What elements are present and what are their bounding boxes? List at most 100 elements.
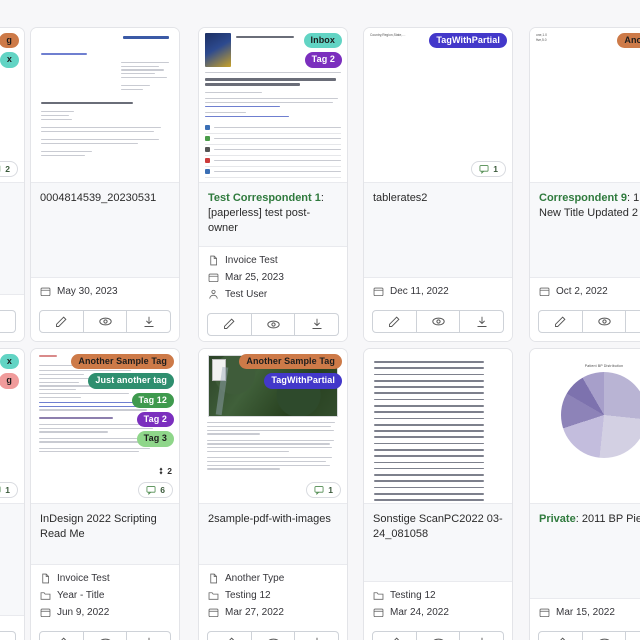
tag-list: Inbox Tag 2 [303, 33, 342, 68]
document-thumbnail[interactable]: x g 1 [0, 349, 24, 504]
meta-document-type: Invoice Test [208, 252, 338, 269]
pencil-icon [56, 315, 67, 327]
document-card[interactable]: Patient BP Distribution Private: 2011 BP… [529, 348, 640, 640]
eye-icon [597, 317, 611, 326]
tag-pill[interactable]: Tag 2 [304, 52, 342, 68]
meta-text: Testing 12 [390, 590, 436, 601]
document-thumbnail[interactable]: Another Sample Tag Just another tag Tag … [31, 349, 179, 504]
correspondent-name[interactable]: Correspondent 9 [539, 192, 627, 204]
eye-icon [433, 638, 443, 640]
view-button[interactable] [83, 310, 128, 333]
meta-text: Invoice Test [225, 254, 278, 266]
notes-badge[interactable]: 1 [306, 482, 341, 498]
edit-button[interactable] [207, 631, 252, 640]
document-thumbnail[interactable]: Another Sample Tag TagWithPartial 1 [199, 349, 347, 504]
view-button[interactable] [582, 631, 627, 640]
document-meta: Invoice Test Mar 25, 2023 Test User [199, 246, 347, 307]
document-card[interactable]: Sonstige ScanPC2022 03-24_081058 Testing… [363, 348, 513, 640]
document-title-block: 2sample-pdf-with-images [199, 504, 347, 565]
file-icon [42, 573, 50, 584]
document-card[interactable]: Inbox Tag 2 Test Correspondent 1: [paper… [198, 27, 348, 342]
download-button[interactable] [295, 312, 340, 336]
download-button[interactable] [0, 310, 17, 333]
edit-button[interactable] [207, 312, 252, 336]
tag-pill[interactable]: Another Sample Tag [239, 354, 342, 370]
meta-text: May 30, 2023 [57, 286, 118, 297]
document-card[interactable]: Another Sample Tag TagWithPartial 1 2sam… [198, 348, 348, 640]
document-thumbnail[interactable]: Patient BP Distribution [530, 349, 640, 504]
document-meta: May 30, 2023 [31, 278, 179, 304]
tag-pill[interactable]: x [0, 52, 19, 68]
tag-pill[interactable]: Tag 3 [136, 431, 174, 447]
view-button[interactable] [251, 631, 296, 640]
view-button[interactable] [83, 631, 128, 640]
view-button[interactable] [251, 312, 296, 336]
notes-badge[interactable]: 2 [0, 161, 18, 177]
document-title-block: Test Correspondent 1: [paperless] test p… [199, 183, 347, 247]
tag-pill[interactable]: Tag 12 [131, 392, 174, 409]
download-button[interactable] [0, 631, 17, 640]
calendar-icon [373, 287, 384, 297]
edit-button[interactable] [372, 631, 417, 640]
meta-storage-path: Testing 12 [208, 587, 338, 604]
meta-text: Oct 2, 2022 [556, 286, 608, 297]
download-button[interactable] [460, 310, 505, 333]
edit-button[interactable] [39, 310, 84, 333]
meta-storage-path: Year - Title [40, 587, 170, 604]
document-card[interactable]: one,1.0 five,5.0 Another Sample Tag TagW… [529, 27, 640, 342]
document-card[interactable]: Another Sample Tag Just another tag Tag … [30, 348, 180, 640]
tag-pill[interactable]: Another Sample Tag [617, 33, 640, 49]
tag-pill[interactable]: g [0, 33, 19, 49]
edit-button[interactable] [538, 631, 583, 640]
tag-pill[interactable]: Inbox [303, 33, 342, 49]
tag-pill[interactable]: Just another tag [88, 373, 174, 389]
notes-count: 1 [5, 485, 10, 495]
document-title-block: Correspondent 9: 1 T New Title Updated 2 [530, 183, 640, 278]
notes-count: 2 [5, 164, 10, 174]
download-icon [316, 637, 318, 640]
document-thumbnail[interactable] [31, 28, 179, 183]
meta-created-date: Oct 2, 2022 [539, 283, 640, 300]
view-button[interactable] [582, 310, 627, 333]
card-actions [530, 625, 640, 640]
download-button[interactable] [626, 631, 640, 640]
download-button[interactable] [626, 310, 640, 333]
download-button[interactable] [127, 631, 172, 640]
document-meta: Mar 15, 2022 [530, 599, 640, 625]
tag-pill[interactable]: TagWithPartial [429, 33, 507, 49]
user-icon [209, 289, 218, 299]
document-thumbnail[interactable] [364, 349, 512, 504]
document-card[interactable]: g x 2 …ca [0, 27, 25, 342]
correspondent-name[interactable]: Test Correspondent 1 [208, 192, 321, 204]
card-actions [364, 625, 512, 640]
document-title-block: Sonstige ScanPC2022 03-24_081058 [364, 504, 512, 582]
edit-button[interactable] [39, 631, 84, 640]
document-thumbnail[interactable]: one,1.0 five,5.0 Another Sample Tag TagW… [530, 28, 640, 183]
tag-pill[interactable]: TagWithPartial [264, 373, 342, 389]
title-text: [paperless] test post-owner [208, 207, 311, 235]
document-card[interactable]: x g 1 [0, 348, 25, 640]
notes-badge[interactable]: 1 [0, 482, 18, 498]
folder-icon [373, 592, 384, 600]
view-button[interactable] [416, 310, 461, 333]
notes-badge[interactable]: 1 [471, 161, 506, 177]
document-thumbnail[interactable]: g x 2 [0, 28, 24, 183]
document-thumbnail[interactable]: Country,Region,State,… TagWithPartial 1 [364, 28, 512, 183]
document-card[interactable]: Country,Region,State,… TagWithPartial 1 … [363, 27, 513, 342]
edit-button[interactable] [538, 310, 583, 333]
download-button[interactable] [460, 631, 505, 640]
tag-pill[interactable]: Tag 2 [136, 412, 174, 428]
correspondent-name[interactable]: Private [539, 513, 576, 525]
document-card[interactable]: 0004814539_20230531 May 30, 2023 [30, 27, 180, 342]
view-button[interactable] [416, 631, 461, 640]
download-button[interactable] [295, 631, 340, 640]
document-thumbnail[interactable]: Inbox Tag 2 [199, 28, 347, 183]
notes-badge[interactable]: 6 [138, 482, 173, 498]
download-button[interactable] [127, 310, 172, 333]
notes-count: 6 [160, 485, 165, 495]
tag-pill[interactable]: Another Sample Tag [71, 354, 174, 370]
document-title-block: …ca [0, 183, 24, 295]
tag-pill[interactable]: g [0, 373, 19, 389]
edit-button[interactable] [372, 310, 417, 333]
tag-pill[interactable]: x [0, 354, 19, 370]
